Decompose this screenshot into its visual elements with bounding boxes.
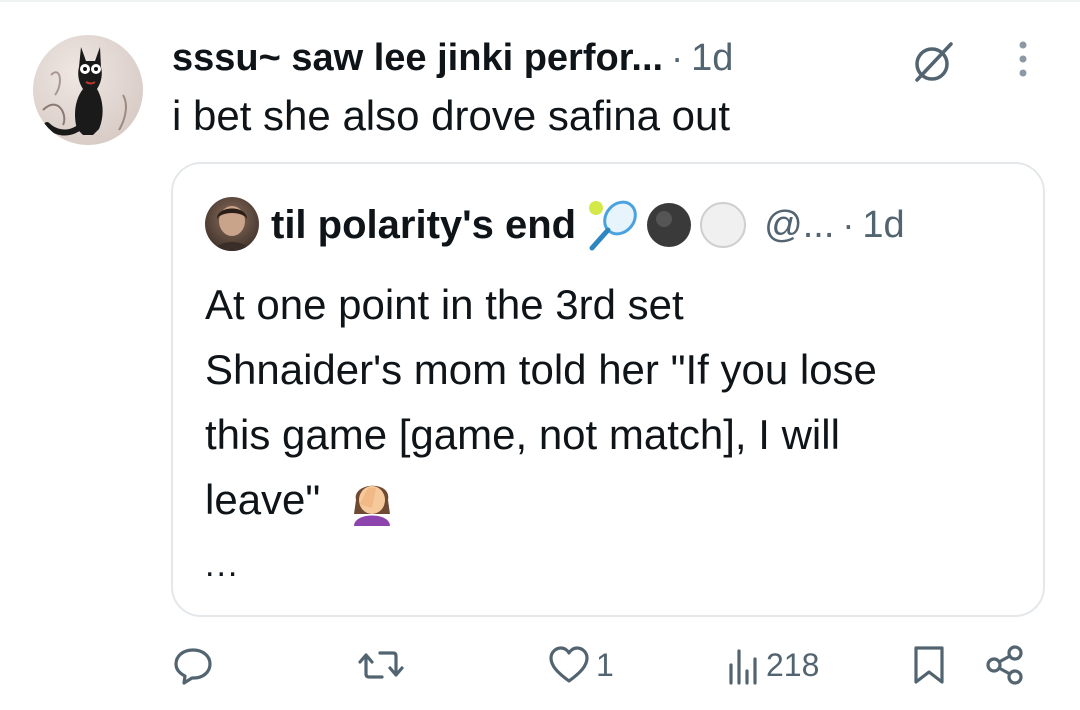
- post-time[interactable]: 1d: [691, 37, 733, 80]
- more-vertical-icon[interactable]: [1008, 37, 1038, 81]
- white-circle-emoji: [700, 202, 747, 248]
- time-separator: ·: [671, 37, 684, 78]
- quote-handle: @...: [764, 203, 835, 246]
- views-button[interactable]: 218: [728, 630, 819, 700]
- views-icon: [729, 649, 757, 685]
- quote-line: At one point in the 3rd set: [205, 281, 684, 328]
- post-header: sssu~ saw lee jinki perfor... · 1d: [172, 30, 733, 86]
- share-button[interactable]: [984, 630, 1026, 700]
- quote-author-name[interactable]: til polarity's end: [271, 203, 576, 248]
- quote-line-text: leave": [205, 476, 321, 523]
- repost-button[interactable]: [358, 630, 404, 700]
- quote-ellipsis: ...: [205, 546, 240, 584]
- quote-line: Shnaider's mom told her "If you lose: [205, 346, 877, 393]
- reply-icon: [174, 648, 212, 685]
- quoted-post[interactable]: til polarity's end @... · 1d At one poin…: [171, 162, 1045, 617]
- grok-icon[interactable]: [907, 40, 957, 84]
- quote-time-separator: ·: [842, 204, 855, 245]
- action-bar: 1 218: [0, 630, 1080, 700]
- quote-line: leave": [205, 467, 1025, 532]
- like-button[interactable]: 1: [548, 630, 614, 700]
- quote-author-avatar[interactable]: [205, 197, 259, 251]
- like-count: 1: [596, 646, 614, 683]
- quote-line: this game [game, not match], I will: [205, 411, 840, 458]
- cat-avatar-icon: [42, 47, 127, 136]
- post-text: i bet she also drove safina out: [172, 92, 731, 139]
- quote-text: At one point in the 3rd set Shnaider's m…: [205, 272, 1025, 532]
- author-name[interactable]: sssu~ saw lee jinki perfor...: [172, 37, 663, 80]
- facepalm-woman-emoji: [354, 485, 390, 526]
- person-avatar-icon: [215, 206, 249, 251]
- bookmark-button[interactable]: [911, 630, 947, 700]
- bookmark-icon: [914, 646, 944, 684]
- black-circle-emoji: [647, 203, 692, 247]
- repost-icon: [358, 651, 404, 679]
- heart-icon: [549, 646, 589, 683]
- top-divider: [0, 0, 1080, 2]
- reply-button[interactable]: [172, 630, 214, 700]
- tennis-racket-emoji: [589, 200, 637, 251]
- quote-header: til polarity's end @... · 1d: [271, 194, 905, 256]
- share-icon: [986, 645, 1023, 685]
- author-avatar[interactable]: [33, 35, 143, 145]
- quote-name-emojis: [586, 198, 748, 252]
- views-count: 218: [766, 646, 820, 683]
- quote-time: 1d: [862, 203, 905, 246]
